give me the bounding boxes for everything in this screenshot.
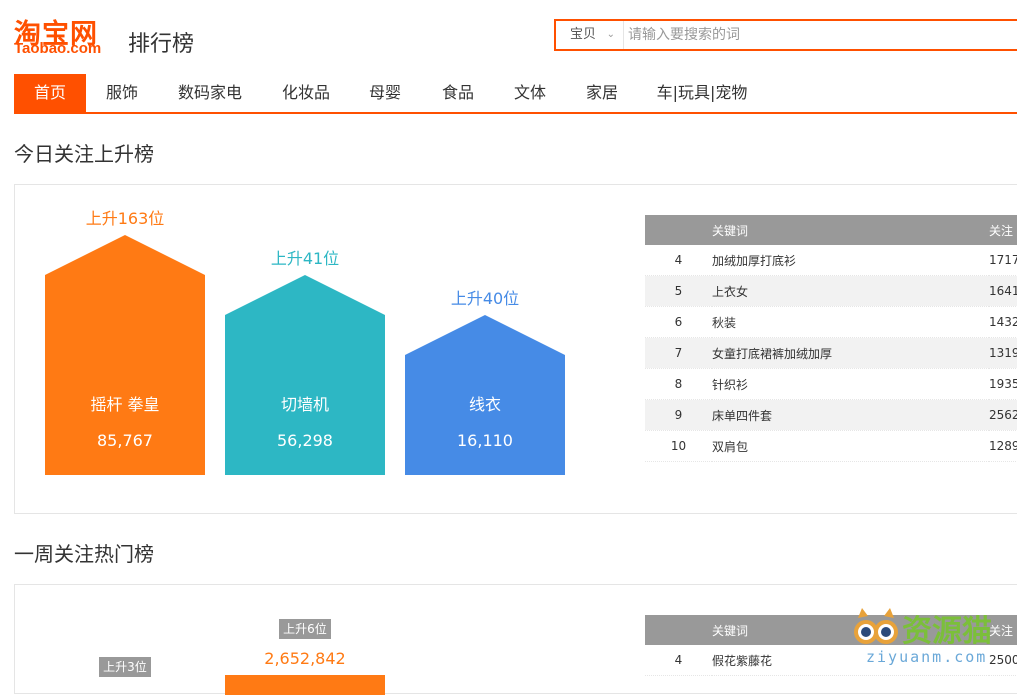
watermark-text-cn: 资源猫 <box>902 614 992 649</box>
page-title: 排行榜 <box>128 32 195 57</box>
today-rising-panel: 上升163位 摇杆 拳皇 85,767 上升41位 切墙机 56,298 上升4… <box>14 184 1017 514</box>
row-keyword[interactable]: 加绒加厚打底衫 <box>712 245 989 276</box>
nav-item-home-goods[interactable]: 家居 <box>582 74 622 112</box>
table-row[interactable]: 4 加绒加厚打底衫 1717 <box>645 245 1017 276</box>
table-row[interactable]: 7 女童打底裙裤加绒加厚 1319 <box>645 337 1017 369</box>
top1-keyword: 摇杆 拳皇 <box>90 395 160 414</box>
table-header-rank <box>645 615 712 645</box>
row-keyword[interactable]: 上衣女 <box>712 276 989 307</box>
row-value: 1319 <box>989 346 1017 360</box>
nav-item-food[interactable]: 食品 <box>438 74 478 112</box>
row-value: 2562 <box>989 408 1017 422</box>
row-keyword[interactable]: 床单四件套 <box>712 400 989 431</box>
nav-item-digital[interactable]: 数码家电 <box>174 74 246 112</box>
row-rank: 7 <box>674 346 683 360</box>
nav-item-cosmetics[interactable]: 化妆品 <box>278 74 334 112</box>
table-row[interactable]: 8 针织衫 1935 <box>645 368 1017 400</box>
row-keyword[interactable]: 秋装 <box>712 307 989 338</box>
nav-item-car-toys-pets[interactable]: 车|玩具|宠物 <box>654 74 750 112</box>
search-category-label: 宝贝 <box>570 27 597 42</box>
top3-value: 16,110 <box>457 431 513 450</box>
nav-item-home[interactable]: 首页 <box>14 74 86 112</box>
top1-card[interactable]: 摇杆 拳皇 85,767 <box>45 235 205 475</box>
top2-value: 56,298 <box>277 431 333 450</box>
table-row[interactable]: 5 上衣女 1641 <box>645 275 1017 307</box>
today-rising-title: 今日关注上升榜 <box>14 142 154 166</box>
row-value: 1641 <box>989 284 1017 298</box>
top2-keyword: 切墙机 <box>280 395 329 414</box>
chevron-down-icon: ⌄ <box>606 29 615 40</box>
table-header-value: 关注 <box>989 623 1014 638</box>
row-keyword[interactable]: 双肩包 <box>712 431 989 462</box>
search-bar: 宝贝 ⌄ <box>554 19 1017 51</box>
rise-label-3: 上升40位 <box>450 289 520 308</box>
week-top1-card[interactable] <box>225 675 385 695</box>
top2-card[interactable]: 切墙机 56,298 <box>225 275 385 475</box>
row-rank: 6 <box>674 315 683 329</box>
watermark-text-en: ziyuanm.com <box>866 648 988 666</box>
top3-card[interactable]: 线衣 16,110 <box>405 315 565 475</box>
table-row[interactable]: 9 床单四件套 2562 <box>645 399 1017 431</box>
row-rank: 4 <box>674 253 683 267</box>
week-center-value: 2,652,842 <box>264 649 346 668</box>
table-header-value: 关注 <box>989 223 1014 238</box>
row-rank: 9 <box>674 408 683 422</box>
nav-item-apparel[interactable]: 服饰 <box>100 74 144 112</box>
row-rank: 8 <box>674 377 683 391</box>
row-keyword[interactable]: 针织衫 <box>712 369 989 400</box>
today-rank-table: 关键词 关注 4 加绒加厚打底衫 1717 5 上衣女 1641 6 秋装 1432 7 女童… <box>645 215 1017 462</box>
row-value: 1717 <box>989 253 1017 267</box>
week-hot-title: 一周关注热门榜 <box>14 542 154 566</box>
row-rank: 4 <box>674 653 683 667</box>
row-rank: 10 <box>670 439 687 453</box>
cat-logo-icon <box>854 608 898 644</box>
rise-label-2: 上升41位 <box>270 249 340 268</box>
taobao-logo-domain[interactable]: Taobao.com <box>14 40 101 57</box>
nav-item-sports[interactable]: 文体 <box>510 74 550 112</box>
table-row[interactable]: 10 双肩包 1289 <box>645 430 1017 462</box>
row-value: 1289 <box>989 439 1017 453</box>
table-row[interactable]: 6 秋装 1432 <box>645 306 1017 338</box>
rise-label-1: 上升163位 <box>85 209 165 228</box>
top1-value: 85,767 <box>97 431 153 450</box>
category-nav: 首页 服饰 数码家电 化妆品 母婴 食品 文体 家居 车|玩具|宠物 <box>14 74 1017 114</box>
row-value: 1432 <box>989 315 1017 329</box>
row-rank: 5 <box>674 284 683 298</box>
row-value: 1935 <box>989 377 1017 391</box>
table-header-rank <box>645 215 712 245</box>
week-rise-badge-left: 上升3位 <box>99 657 151 677</box>
top3-keyword: 线衣 <box>468 395 501 414</box>
search-input[interactable] <box>628 21 1008 49</box>
week-rise-badge-center: 上升6位 <box>279 619 331 639</box>
table-header-row: 关键词 关注 <box>645 215 1017 245</box>
row-value: 2500 <box>989 653 1017 667</box>
search-category-select[interactable]: 宝贝 ⌄ <box>556 21 624 49</box>
table-header-keyword: 关键词 <box>712 223 749 238</box>
nav-item-baby[interactable]: 母婴 <box>365 74 405 112</box>
row-keyword[interactable]: 女童打底裙裤加绒加厚 <box>712 338 989 369</box>
